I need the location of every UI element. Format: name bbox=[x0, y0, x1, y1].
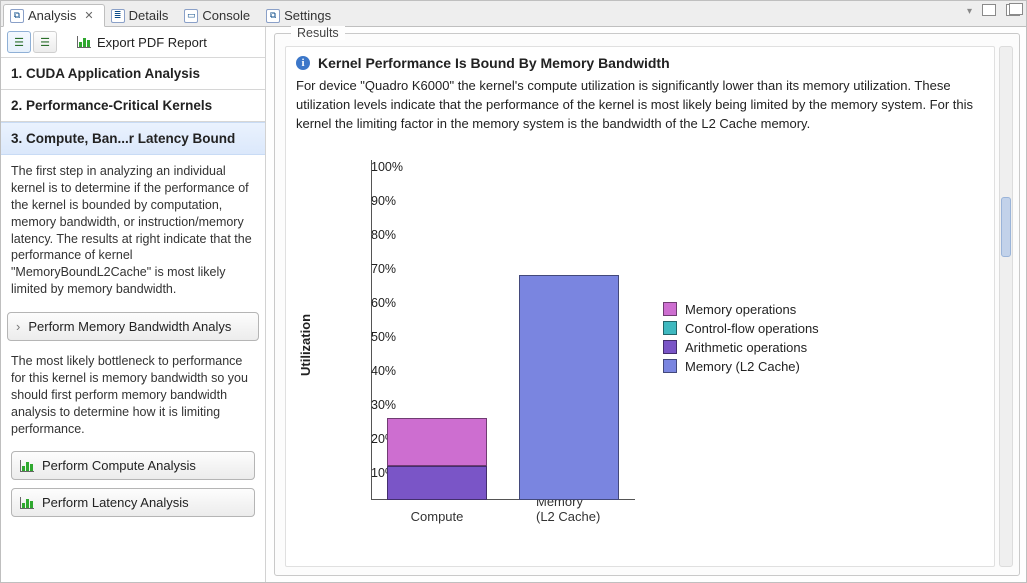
collapse-all-icon[interactable]: ☰ bbox=[33, 31, 57, 53]
chart-y-tick-label: 100% bbox=[371, 160, 635, 174]
sidebar-toolbar: ☰ ☰ Export PDF Report bbox=[1, 27, 265, 58]
tab-label: Settings bbox=[284, 8, 331, 23]
tab-console[interactable]: ▭ Console bbox=[178, 5, 260, 26]
legend-label: Memory (L2 Cache) bbox=[685, 359, 800, 374]
close-icon[interactable]: ✕ bbox=[84, 9, 93, 22]
view-tabbar: ⧉ Analysis ✕ ≣ Details ▭ Console ⧉ Setti… bbox=[1, 1, 1026, 27]
step-description-2: The most likely bottleneck to performanc… bbox=[1, 345, 265, 447]
legend-swatch bbox=[663, 359, 677, 373]
chart-legend-item: Control-flow operations bbox=[663, 319, 819, 338]
results-groupbox-title: Results bbox=[291, 26, 345, 40]
chevron-label: › bbox=[16, 319, 20, 334]
details-icon: ≣ bbox=[111, 9, 125, 23]
tab-label: Analysis bbox=[28, 8, 76, 23]
legend-label: Memory operations bbox=[685, 302, 796, 317]
results-groupbox: Results i Kernel Performance Is Bound By… bbox=[274, 33, 1020, 576]
analysis-sidebar: ☰ ☰ Export PDF Report 1. CUDA Applicatio… bbox=[1, 27, 266, 582]
button-label: Perform Memory Bandwidth Analys bbox=[28, 319, 231, 334]
chart-y-tick-label: 90% bbox=[371, 194, 635, 208]
expand-all-icon[interactable]: ☰ bbox=[7, 31, 31, 53]
maximize-view-icon[interactable] bbox=[1006, 4, 1020, 16]
chart-bar-segment bbox=[519, 275, 619, 499]
legend-label: Control-flow operations bbox=[685, 321, 819, 336]
results-scrollbar[interactable] bbox=[999, 46, 1013, 567]
app-window: ⧉ Analysis ✕ ≣ Details ▭ Console ⧉ Setti… bbox=[0, 0, 1027, 583]
chart-y-tick-label: 80% bbox=[371, 228, 635, 242]
chart-bar-segment bbox=[387, 418, 487, 466]
tabbar-window-controls bbox=[967, 3, 1020, 17]
bar-chart-icon bbox=[20, 497, 34, 509]
chart-y-tick-label: 70% bbox=[371, 262, 635, 276]
chart-legend-item: Memory (L2 Cache) bbox=[663, 357, 819, 376]
chart-legend: Memory operations Control-flow operations… bbox=[663, 300, 819, 530]
chart-bar-segment bbox=[387, 466, 487, 500]
tab-label: Details bbox=[129, 8, 169, 23]
console-icon: ▭ bbox=[184, 9, 198, 23]
info-icon: i bbox=[296, 56, 310, 70]
chart-legend-item: Arithmetic operations bbox=[663, 338, 819, 357]
chart-gridline: 80% bbox=[371, 228, 635, 262]
chart-gridline: 90% bbox=[371, 194, 635, 228]
tab-details[interactable]: ≣ Details bbox=[105, 5, 179, 26]
export-pdf-label: Export PDF Report bbox=[97, 35, 207, 50]
chart-x-category-label: Compute bbox=[411, 509, 464, 524]
minimize-view-icon[interactable] bbox=[982, 4, 996, 16]
tab-analysis[interactable]: ⧉ Analysis ✕ bbox=[3, 4, 105, 27]
step-2-perf-critical-kernels[interactable]: 2. Performance-Critical Kernels bbox=[1, 90, 265, 122]
legend-label: Arithmetic operations bbox=[685, 340, 807, 355]
step-label: 1. CUDA Application Analysis bbox=[11, 66, 200, 81]
analysis-icon: ⧉ bbox=[10, 9, 24, 23]
perform-latency-analysis-button[interactable]: Perform Latency Analysis bbox=[11, 488, 255, 517]
export-pdf-button[interactable]: Export PDF Report bbox=[67, 32, 217, 53]
step-label: 3. Compute, Ban...r Latency Bound bbox=[11, 131, 235, 146]
button-label: Perform Latency Analysis bbox=[42, 495, 189, 510]
main-area: ☰ ☰ Export PDF Report 1. CUDA Applicatio… bbox=[1, 27, 1026, 582]
results-panel: Results i Kernel Performance Is Bound By… bbox=[266, 27, 1026, 582]
bar-chart-icon bbox=[77, 36, 91, 48]
chart-y-axis-label: Utilization bbox=[296, 160, 315, 530]
utilization-chart: Utilization 10%20%30%40%50%60%70%80%90%1… bbox=[296, 160, 984, 530]
chart-gridline: 100% bbox=[371, 160, 635, 194]
results-title: Kernel Performance Is Bound By Memory Ba… bbox=[318, 55, 670, 71]
legend-swatch bbox=[663, 302, 677, 316]
bar-chart-icon bbox=[20, 460, 34, 472]
results-title-row: i Kernel Performance Is Bound By Memory … bbox=[296, 53, 984, 77]
legend-swatch bbox=[663, 340, 677, 354]
step-1-cuda-app-analysis[interactable]: 1. CUDA Application Analysis bbox=[1, 58, 265, 90]
button-label: Perform Compute Analysis bbox=[42, 458, 196, 473]
tab-settings[interactable]: ⧉ Settings bbox=[260, 5, 341, 26]
results-content: i Kernel Performance Is Bound By Memory … bbox=[285, 46, 995, 567]
perform-compute-analysis-button[interactable]: Perform Compute Analysis bbox=[11, 451, 255, 480]
tab-label: Console bbox=[202, 8, 250, 23]
step-3-compute-bandwidth-latency[interactable]: 3. Compute, Ban...r Latency Bound bbox=[1, 122, 265, 155]
settings-icon: ⧉ bbox=[266, 9, 280, 23]
chart-plot-area: 10%20%30%40%50%60%70%80%90%100%ComputeMe… bbox=[315, 160, 635, 530]
step-description-1: The first step in analyzing an individua… bbox=[1, 155, 265, 308]
chart-legend-item: Memory operations bbox=[663, 300, 819, 319]
perform-memory-bandwidth-analysis-button[interactable]: › Perform Memory Bandwidth Analys bbox=[7, 312, 259, 341]
step-label: 2. Performance-Critical Kernels bbox=[11, 98, 212, 113]
results-body-text: For device "Quadro K6000" the kernel's c… bbox=[296, 77, 984, 134]
legend-swatch bbox=[663, 321, 677, 335]
view-menu-icon[interactable] bbox=[967, 3, 972, 17]
scrollbar-thumb[interactable] bbox=[1001, 197, 1011, 257]
